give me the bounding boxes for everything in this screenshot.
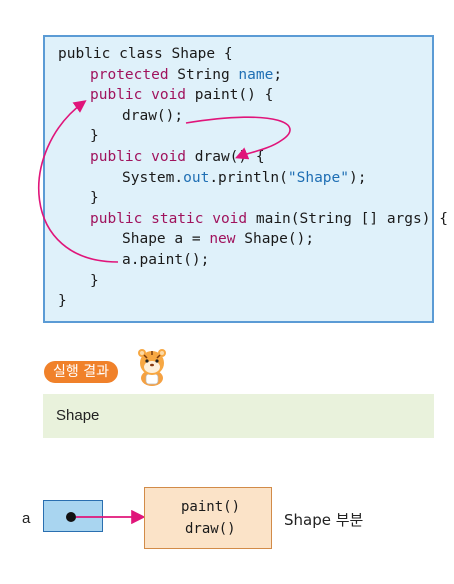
object-caption: Shape 부분 [284, 511, 364, 529]
code-token: public static void [90, 210, 248, 227]
code-token: } [90, 190, 99, 207]
code-token: Shape(); [235, 231, 315, 248]
code-line: draw(); [122, 106, 183, 126]
code-token: public class Shape { [58, 46, 233, 62]
code-line: a.paint(); [122, 250, 209, 270]
code-token: } [58, 293, 67, 310]
code-token: a.paint(); [122, 252, 210, 268]
code-token: String [168, 66, 239, 83]
code-token: out [183, 169, 210, 186]
code-line: public void draw() { [90, 147, 265, 167]
code-line: public static void main(String [] args) … [90, 209, 448, 229]
code-token: protected [90, 66, 169, 83]
tiger-mascot-icon [138, 349, 166, 386]
result-label: 실행 결과 [44, 361, 118, 383]
code-line: Shape a = new Shape(); [122, 229, 314, 249]
code-token: System. [122, 169, 184, 186]
code-line: } [58, 291, 67, 311]
code-token: } [90, 128, 99, 145]
code-token: Shape a = [122, 231, 210, 248]
variable-label: a [22, 510, 31, 527]
code-token: public void [90, 87, 187, 104]
code-token: "Shape" [287, 169, 349, 186]
code-line: } [90, 271, 99, 291]
code-token: draw() { [186, 149, 265, 165]
code-token: } [90, 272, 99, 289]
code-line: } [90, 188, 99, 208]
code-token: main(String [] args) { [247, 210, 448, 227]
code-line: } [90, 126, 99, 146]
code-token: name [238, 66, 274, 83]
reference-variable-box [43, 500, 103, 532]
method-draw: draw() [185, 521, 236, 537]
code-token: paint() { [186, 87, 274, 104]
code-line: public class Shape { [58, 44, 233, 64]
code-token: .println( [209, 169, 288, 186]
code-token: new [209, 231, 236, 248]
figure: public class Shape { protected String nam… [0, 0, 454, 584]
shape-object-box: paint() draw() [144, 487, 272, 549]
result-output-panel: Shape [43, 394, 434, 438]
code-line: protected String name; [90, 65, 282, 85]
code-line: System.out.println("Shape"); [122, 168, 366, 188]
result-output-text: Shape [56, 407, 100, 424]
code-line: public void paint() { [90, 85, 273, 105]
method-paint: paint() [181, 499, 241, 515]
code-token: draw(); [122, 107, 184, 124]
code-token: ; [273, 66, 283, 83]
code-token: ); [349, 169, 367, 186]
code-token: public void [90, 149, 187, 165]
